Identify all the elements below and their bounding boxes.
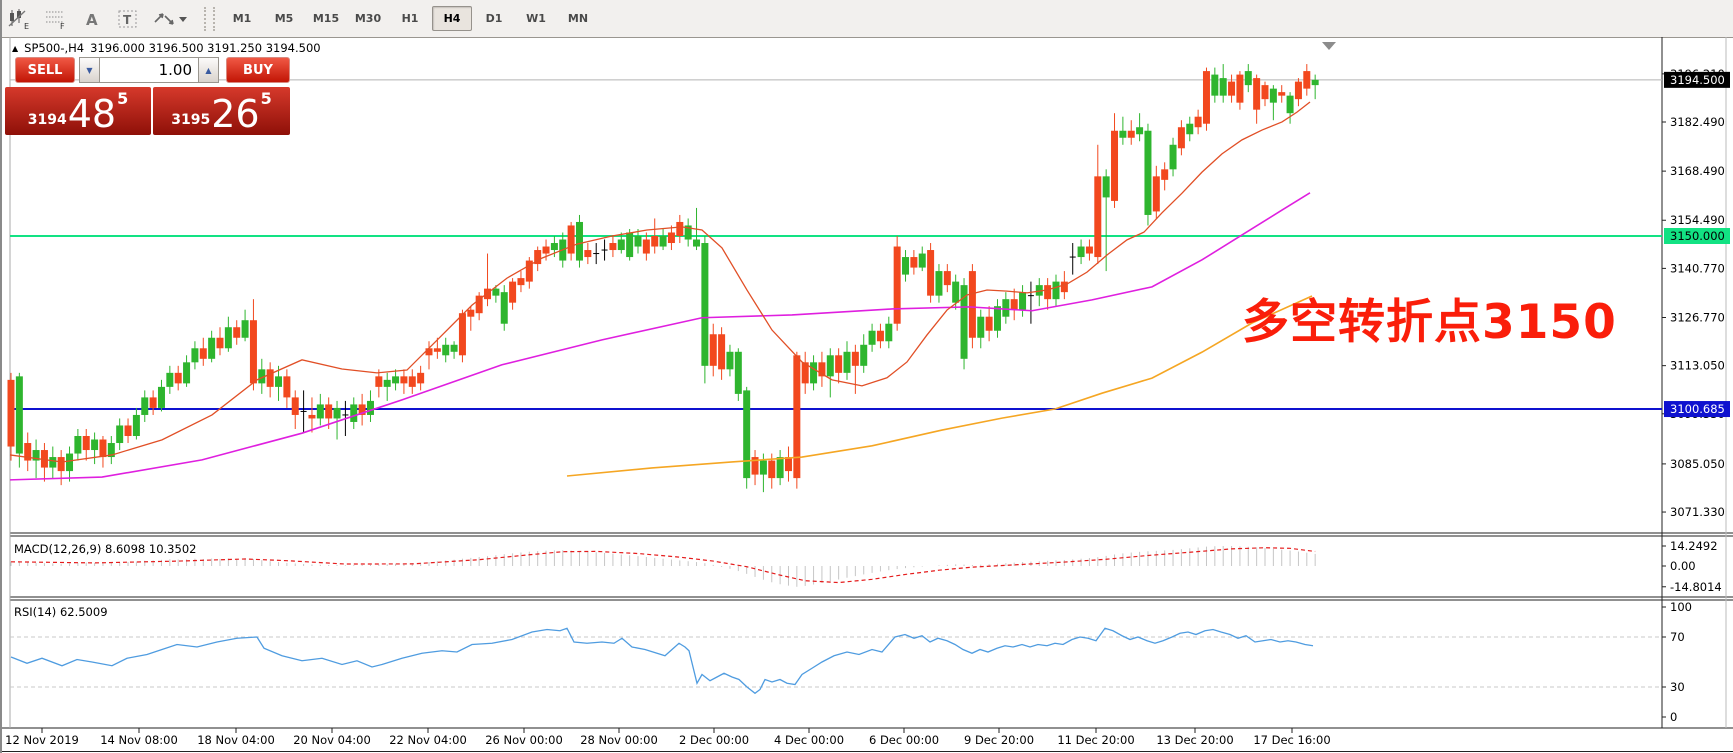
tab-timeframe-h1[interactable]: H1 — [390, 6, 430, 31]
symbol-label: SP500-,H4 — [24, 41, 84, 55]
svg-text:3113.050: 3113.050 — [1670, 359, 1725, 373]
svg-text:3154.490: 3154.490 — [1670, 213, 1725, 227]
tab-timeframe-m5[interactable]: M5 — [264, 6, 304, 31]
sell-price-big: 48 — [68, 97, 116, 131]
svg-text:70: 70 — [1670, 630, 1685, 644]
macd-label: MACD(12,26,9) 8.6098 10.3502 — [14, 542, 196, 556]
tab-timeframe-mn[interactable]: MN — [558, 6, 598, 31]
svg-text:26 Nov 00:00: 26 Nov 00:00 — [485, 733, 563, 747]
svg-text:-14.8014: -14.8014 — [1670, 580, 1722, 594]
tab-timeframe-m15[interactable]: M15 — [306, 6, 346, 31]
svg-text:2 Dec 00:00: 2 Dec 00:00 — [679, 733, 749, 747]
svg-text:A: A — [86, 11, 98, 29]
svg-text:3150.000: 3150.000 — [1670, 229, 1725, 243]
svg-text:3085.050: 3085.050 — [1670, 457, 1725, 471]
svg-text:4 Dec 00:00: 4 Dec 00:00 — [774, 733, 844, 747]
svg-text:22 Nov 04:00: 22 Nov 04:00 — [389, 733, 467, 747]
svg-text:E: E — [24, 22, 29, 30]
tab-timeframe-w1[interactable]: W1 — [516, 6, 556, 31]
annotation-text: 多空转折点3150 — [1242, 283, 1617, 352]
svg-text:0.00: 0.00 — [1670, 559, 1696, 573]
svg-text:3182.490: 3182.490 — [1670, 115, 1725, 129]
svg-text:3194.500: 3194.500 — [1670, 73, 1725, 87]
svg-text:28 Nov 00:00: 28 Nov 00:00 — [580, 733, 658, 747]
svg-text:3126.770: 3126.770 — [1670, 311, 1725, 325]
svg-text:3168.490: 3168.490 — [1670, 164, 1725, 178]
collapse-panel-icon[interactable]: ▲ — [12, 44, 18, 53]
svg-text:18 Nov 04:00: 18 Nov 04:00 — [197, 733, 275, 747]
svg-text:100: 100 — [1670, 600, 1692, 614]
toolbar-separator[interactable] — [204, 7, 215, 31]
sell-price-prefix: 3194 — [28, 112, 67, 128]
ohlc-values: 3196.000 3196.500 3191.250 3194.500 — [90, 41, 320, 55]
toolbar: E F A T M1 — [2, 0, 1733, 38]
text-label-icon[interactable]: A — [76, 5, 108, 33]
svg-text:12 Nov 2019: 12 Nov 2019 — [5, 733, 79, 747]
chart-candles-icon[interactable]: E — [4, 5, 36, 33]
buy-button[interactable]: BUY — [226, 57, 290, 83]
svg-text:3071.330: 3071.330 — [1670, 505, 1725, 519]
timeframe-bar: M1M5M15M30H1H4D1W1MN — [221, 6, 599, 31]
svg-text:30: 30 — [1670, 680, 1685, 694]
svg-text:13 Dec 20:00: 13 Dec 20:00 — [1156, 733, 1233, 747]
sell-price-panel[interactable]: 3194 48 5 — [5, 87, 151, 135]
svg-text:3140.770: 3140.770 — [1670, 261, 1725, 275]
buy-price-prefix: 3195 — [171, 112, 210, 128]
svg-text:F: F — [60, 22, 65, 30]
tab-timeframe-h4[interactable]: H4 — [432, 6, 472, 31]
sell-button[interactable]: SELL — [15, 57, 75, 83]
sell-price-sup: 5 — [117, 89, 128, 108]
svg-text:9 Dec 20:00: 9 Dec 20:00 — [964, 733, 1034, 747]
volume-increase-button[interactable]: ▲ — [198, 57, 219, 83]
svg-text:T: T — [123, 13, 132, 27]
buy-price-big: 26 — [211, 97, 259, 131]
tab-timeframe-m30[interactable]: M30 — [348, 6, 388, 31]
svg-text:14.2492: 14.2492 — [1670, 539, 1718, 553]
svg-text:14 Nov 08:00: 14 Nov 08:00 — [100, 733, 178, 747]
chart-window: 3196.2103182.4903168.4903154.4903140.770… — [2, 37, 1733, 753]
chart-title: ▲ SP500-,H4 3196.000 3196.500 3191.250 3… — [12, 41, 321, 55]
svg-text:20 Nov 04:00: 20 Nov 04:00 — [293, 733, 371, 747]
volume-decrease-button[interactable]: ▼ — [79, 57, 100, 83]
text-box-icon[interactable]: T — [112, 5, 144, 33]
trading-terminal-window: E F A T M1 — [0, 0, 1733, 753]
buy-price-panel[interactable]: 3195 26 5 — [153, 87, 290, 135]
svg-text:3100.685: 3100.685 — [1670, 402, 1725, 416]
price-chart-canvas[interactable]: 3196.2103182.4903168.4903154.4903140.770… — [2, 37, 1733, 753]
svg-text:17 Dec 16:00: 17 Dec 16:00 — [1253, 733, 1330, 747]
svg-text:6 Dec 00:00: 6 Dec 00:00 — [869, 733, 939, 747]
tab-timeframe-d1[interactable]: D1 — [474, 6, 514, 31]
grid-icon[interactable]: F — [40, 5, 72, 33]
rsi-label: RSI(14) 62.5009 — [14, 605, 108, 619]
volume-input[interactable] — [99, 57, 199, 83]
buy-price-sup: 5 — [261, 89, 272, 108]
arrow-tools-icon[interactable] — [148, 5, 192, 33]
svg-text:11 Dec 20:00: 11 Dec 20:00 — [1057, 733, 1134, 747]
tab-timeframe-m1[interactable]: M1 — [222, 6, 262, 31]
svg-text:0: 0 — [1670, 710, 1677, 724]
